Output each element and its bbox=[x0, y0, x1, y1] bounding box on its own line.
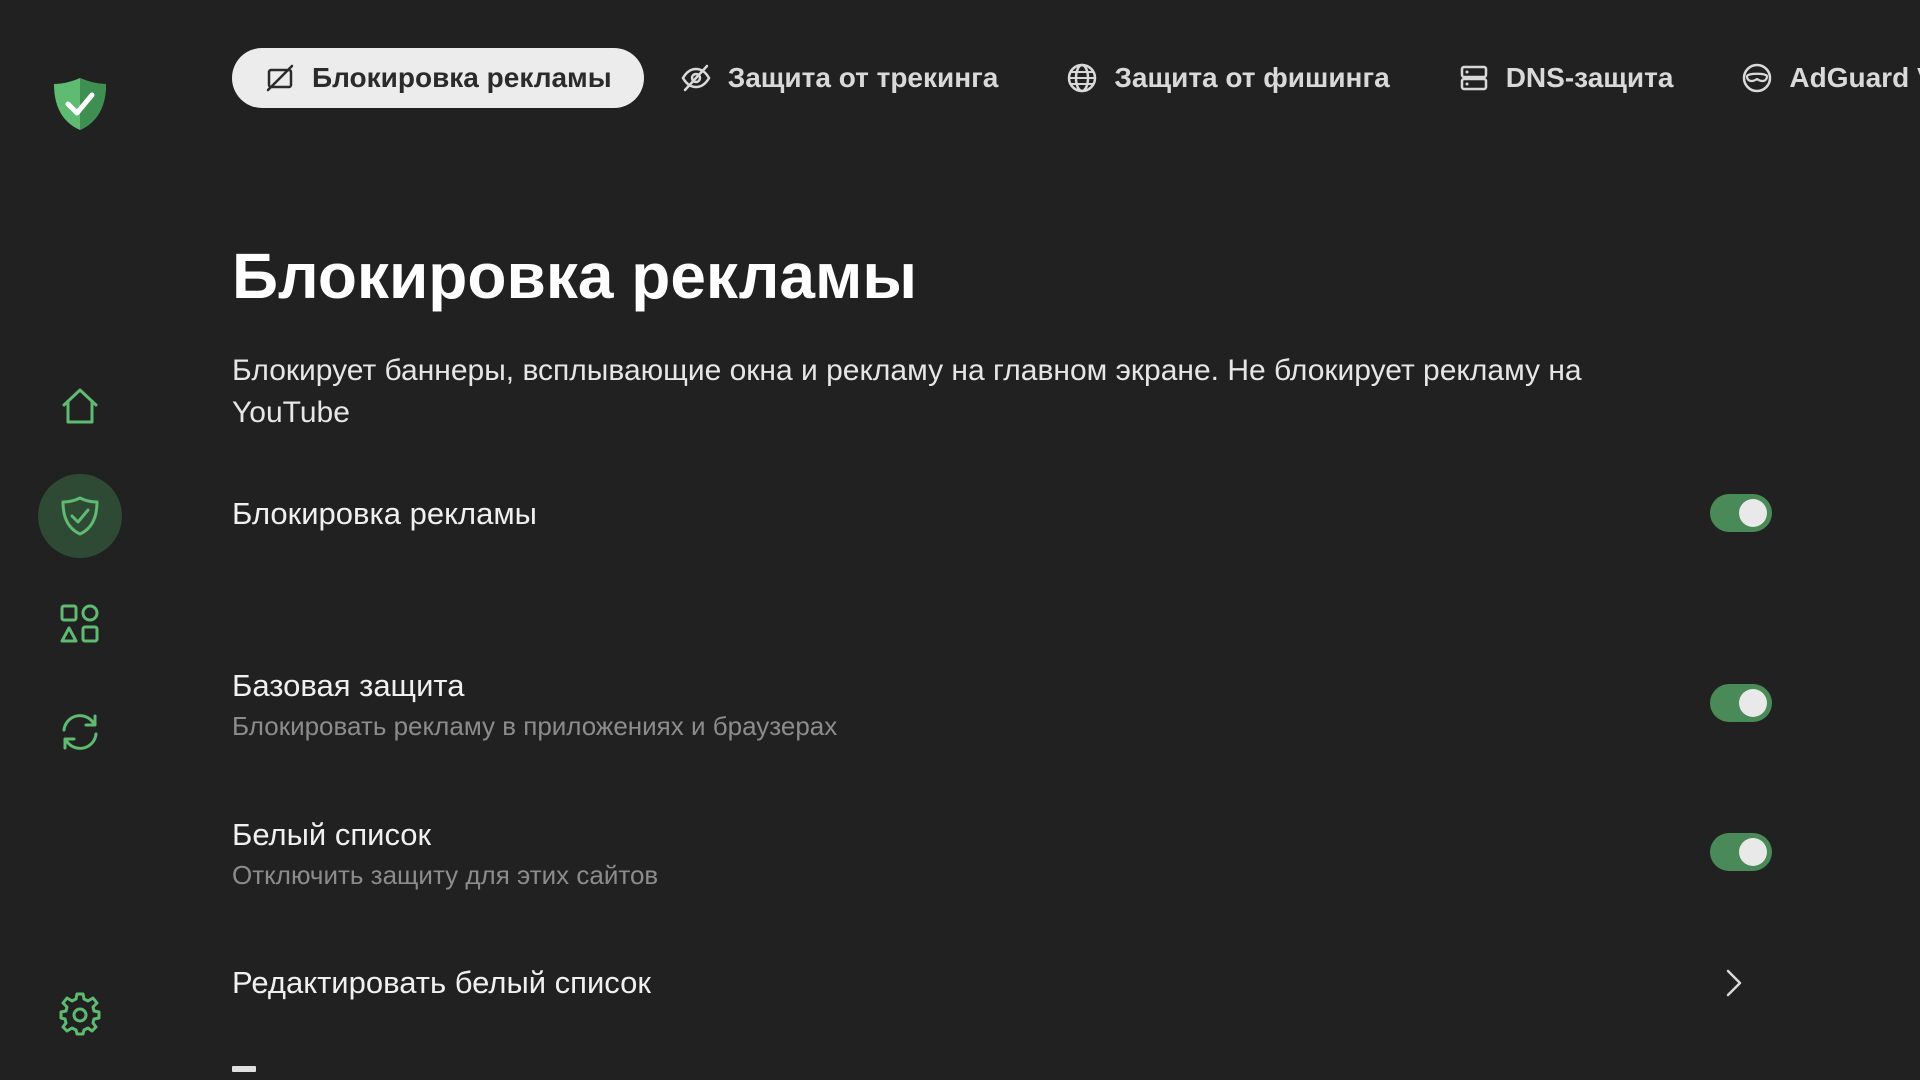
tab-ad-blocking[interactable]: Блокировка рекламы bbox=[232, 48, 644, 108]
sidebar-item-home[interactable] bbox=[38, 364, 122, 448]
setting-ad-blocking[interactable]: Блокировка рекламы bbox=[232, 494, 1772, 534]
protection-tabs: Блокировка рекламы Защита от трекинга За… bbox=[232, 48, 1920, 108]
gear-icon bbox=[59, 992, 101, 1036]
sidebar bbox=[0, 0, 160, 1080]
tab-label: DNS-защита bbox=[1505, 62, 1674, 93]
setting-title: Белый список bbox=[232, 817, 432, 852]
sidebar-item-protection[interactable] bbox=[38, 474, 122, 558]
apps-grid-icon bbox=[60, 604, 99, 643]
setting-allowlist[interactable]: Белый список Отключить защиту для этих с… bbox=[232, 815, 1772, 893]
page-description: Блокирует баннеры, всплывающие окна и ре… bbox=[232, 354, 1582, 429]
tab-label: AdGuard VPN bbox=[1789, 62, 1920, 93]
tab-tracking-protection[interactable]: Защита от трекинга bbox=[648, 48, 1031, 108]
page-title: Блокировка рекламы bbox=[232, 240, 917, 312]
setting-title: Редактировать белый список bbox=[232, 965, 651, 1000]
home-icon bbox=[62, 388, 98, 424]
setting-edit-allowlist[interactable]: Редактировать белый список bbox=[232, 963, 1772, 1003]
next-setting-row-partial bbox=[232, 1066, 256, 1072]
setting-title: Базовая защита bbox=[232, 668, 465, 703]
tab-dns-protection[interactable]: DNS-защита bbox=[1426, 48, 1706, 108]
ad-blocking-toggle[interactable] bbox=[1710, 494, 1772, 532]
sidebar-item-apps[interactable] bbox=[38, 582, 122, 666]
eye-off-icon bbox=[681, 64, 711, 92]
setting-title: Блокировка рекламы bbox=[232, 496, 537, 531]
sidebar-item-settings[interactable] bbox=[38, 972, 122, 1056]
shield-check-logo-icon bbox=[52, 76, 108, 132]
setting-basic-protection[interactable]: Базовая защита Блокировать рекламу в при… bbox=[232, 666, 1772, 744]
server-icon bbox=[1460, 65, 1487, 91]
globe-icon bbox=[1068, 63, 1097, 93]
sidebar-item-sync[interactable] bbox=[38, 690, 122, 774]
ad-block-icon bbox=[266, 64, 294, 92]
tab-phishing-protection[interactable]: Защита от фишинга bbox=[1034, 48, 1421, 108]
shield-icon bbox=[61, 496, 99, 536]
app-window: Блокировка рекламы Защита от трекинга За… bbox=[0, 0, 1920, 1080]
vpn-icon bbox=[1743, 63, 1772, 93]
setting-subtitle: Блокировать рекламу в приложениях и брау… bbox=[232, 711, 838, 741]
tab-adguard-vpn[interactable]: AdGuard VPN bbox=[1709, 48, 1920, 108]
tab-label: Защита от трекинга bbox=[727, 62, 999, 93]
basic-protection-toggle[interactable] bbox=[1710, 684, 1772, 722]
sync-icon bbox=[62, 714, 98, 750]
tab-label: Защита от фишинга bbox=[1114, 62, 1390, 93]
tab-label: Блокировка рекламы bbox=[312, 62, 612, 93]
allowlist-toggle[interactable] bbox=[1710, 833, 1772, 871]
chevron-right-icon bbox=[1726, 969, 1742, 997]
setting-subtitle: Отключить защиту для этих сайтов bbox=[232, 860, 659, 890]
